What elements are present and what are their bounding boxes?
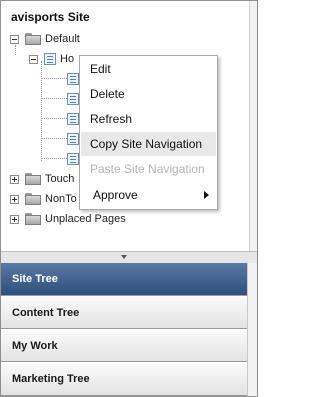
menu-item-edit[interactable]: Edit: [81, 57, 216, 81]
tree-connector: [41, 118, 67, 119]
menu-item-label: Approve: [93, 188, 138, 202]
tree-connector: [41, 98, 67, 99]
menu-item-label: Paste Site Navigation: [90, 162, 205, 176]
menu-item-refresh[interactable]: Refresh: [81, 107, 216, 131]
tree-scrollbar[interactable]: [249, 1, 257, 251]
page-icon: [67, 113, 79, 125]
menu-item-approve[interactable]: Approve: [81, 183, 216, 207]
menu-item-delete[interactable]: Delete: [81, 82, 216, 106]
menu-item-label: Copy Site Navigation: [90, 137, 203, 151]
accordion-label: Site Tree: [12, 273, 58, 285]
tree-node-label: Unplaced Pages: [45, 213, 126, 225]
menu-item-label: Refresh: [90, 112, 133, 126]
collapse-arrow-icon[interactable]: [121, 255, 127, 259]
folder-icon: [25, 213, 41, 225]
collapse-toggle-icon[interactable]: [10, 34, 19, 44]
tree-connector: [41, 138, 67, 139]
tree-connector: [41, 61, 42, 161]
tree-node-label: Default: [45, 33, 80, 45]
page-icon: [67, 73, 79, 85]
accordion-label: Marketing Tree: [12, 373, 90, 385]
accordion-site-tree[interactable]: Site Tree: [1, 263, 247, 296]
tree-node-default[interactable]: Default: [10, 31, 80, 47]
menu-item-label: Edit: [90, 62, 111, 76]
context-menu: Edit Delete Refresh Copy Site Navigation…: [79, 55, 218, 210]
site-title: avisports Site: [11, 10, 90, 24]
tree-node-home[interactable]: Ho: [29, 51, 74, 67]
submenu-arrow-icon: [204, 191, 209, 199]
collapse-toggle-icon[interactable]: [29, 54, 38, 64]
accordion-marketing-tree[interactable]: Marketing Tree: [1, 363, 247, 396]
site-tree-window: avisports Site Default Ho Touch NonTo Un…: [0, 0, 258, 397]
page-icon: [67, 153, 79, 165]
expand-toggle-icon[interactable]: [10, 214, 19, 224]
folder-icon: [25, 193, 41, 205]
tree-node-label: Touch: [45, 173, 75, 185]
tree-node-unplaced[interactable]: Unplaced Pages: [10, 211, 126, 227]
tree-connector: [41, 78, 67, 79]
accordion-content-tree[interactable]: Content Tree: [1, 297, 247, 329]
page-icon: [67, 93, 79, 105]
menu-item-copy-site-navigation[interactable]: Copy Site Navigation: [81, 132, 216, 156]
accordion-scrollbar[interactable]: [247, 263, 257, 396]
folder-icon: [25, 173, 41, 185]
expand-toggle-icon[interactable]: [10, 174, 19, 184]
tree-node-label: Ho: [60, 53, 75, 65]
tree-node-touch[interactable]: Touch: [10, 171, 74, 187]
tree-node-nontouch[interactable]: NonTo: [10, 191, 77, 207]
page-icon: [44, 53, 56, 65]
menu-item-label: Delete: [90, 87, 125, 101]
tree-node-label: NonTo: [45, 193, 77, 205]
expand-toggle-icon[interactable]: [10, 194, 19, 204]
accordion-my-work[interactable]: My Work: [1, 330, 247, 362]
menu-item-paste-site-navigation: Paste Site Navigation: [81, 157, 216, 181]
tree-connector: [41, 158, 67, 159]
accordion-label: Content Tree: [12, 306, 80, 319]
folder-icon: [25, 33, 41, 45]
page-icon: [67, 133, 79, 145]
accordion-label: My Work: [12, 339, 58, 352]
